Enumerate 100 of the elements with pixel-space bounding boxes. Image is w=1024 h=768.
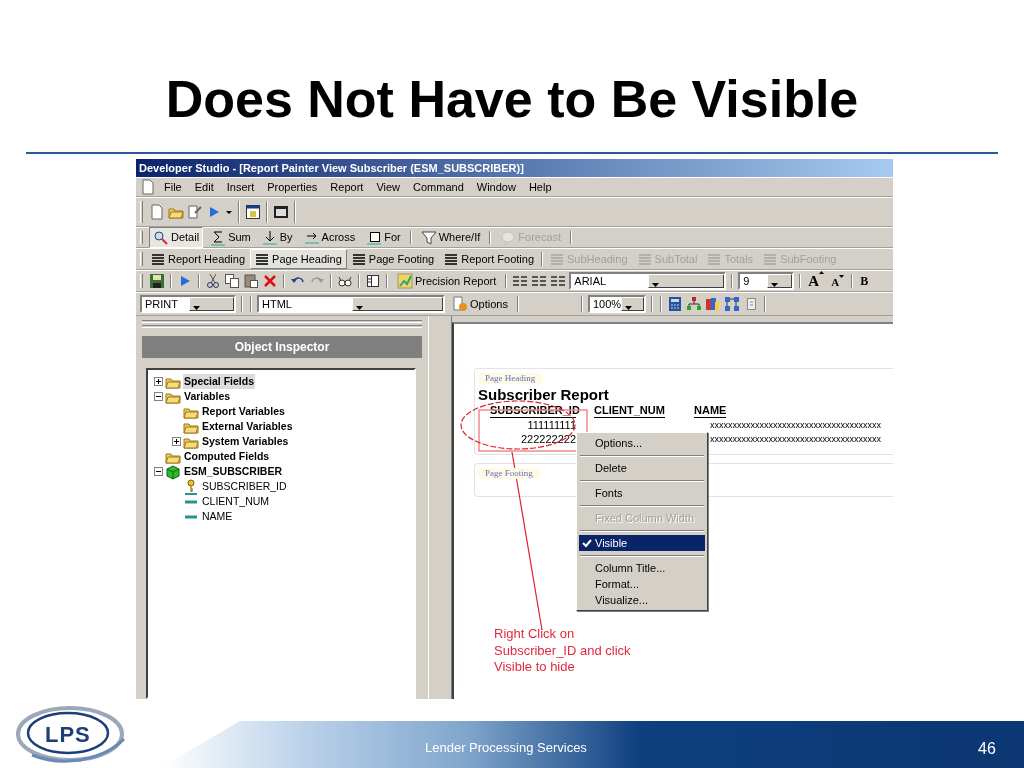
chart-icon: [397, 273, 413, 289]
cube-icon: [165, 463, 181, 480]
toolbar-button[interactable]: By: [257, 227, 297, 248]
frame-icon: [366, 229, 383, 246]
collapse-icon[interactable]: [154, 467, 163, 476]
field-icon: [185, 498, 197, 505]
tree-item[interactable]: Special Fields: [183, 373, 256, 390]
menu-item[interactable]: Command: [408, 178, 469, 196]
delete-icon[interactable]: [262, 273, 278, 289]
size-dropdown[interactable]: 9: [738, 272, 795, 290]
toolbar-button[interactable]: Detail: [149, 227, 204, 248]
menu-item[interactable]: Edit: [189, 178, 219, 196]
section-tab[interactable]: Report Heading: [146, 248, 251, 270]
menu-item[interactable]: Column Title...: [579, 560, 705, 576]
menu-item[interactable]: Delete: [579, 460, 705, 482]
toolbar-button[interactable]: Where/If: [416, 227, 485, 248]
save-icon[interactable]: [149, 273, 165, 289]
menu-item[interactable]: Format...: [579, 576, 705, 592]
menu-item[interactable]: View: [371, 178, 406, 196]
lines-icon: [444, 252, 459, 266]
grow-font-button[interactable]: A: [806, 269, 827, 293]
tree-item[interactable]: Report Variables: [201, 403, 286, 420]
toolbar-button[interactable]: Sum: [206, 227, 255, 248]
bold-button[interactable]: B: [858, 272, 871, 290]
edit-document-icon[interactable]: [187, 204, 203, 220]
toolbar-button[interactable]: For: [362, 227, 405, 248]
lines-icon: [763, 252, 778, 266]
shrink-font-button[interactable]: A: [829, 274, 847, 291]
tree-item[interactable]: External Variables: [201, 418, 294, 435]
expand-icon[interactable]: [172, 437, 181, 446]
expand-icon[interactable]: [154, 377, 163, 386]
table-cell-text: xxxxxxxxxxxxxxxxxxxxxxxxxxxxxxxxxxxxxx: [709, 432, 882, 446]
cut-icon[interactable]: [205, 273, 221, 289]
font-dropdown[interactable]: ARIAL: [569, 272, 727, 290]
columns-icon[interactable]: [512, 273, 529, 289]
toolbar-button[interactable]: Precision Report: [393, 270, 501, 292]
key-icon: [183, 478, 199, 495]
lines-icon: [351, 252, 366, 266]
tree-item[interactable]: System Variables: [201, 433, 290, 450]
menu-item[interactable]: Fonts: [579, 485, 705, 507]
zoom-dropdown[interactable]: 100%: [587, 295, 646, 313]
toolbar-button[interactable]: Across: [299, 227, 360, 248]
menu-item[interactable]: File: [159, 178, 187, 196]
menu-item[interactable]: Report: [325, 178, 369, 196]
tree-item[interactable]: NAME: [201, 508, 234, 525]
section-tab[interactable]: Page Footing: [346, 248, 440, 270]
section-label: Page Footing: [477, 467, 541, 479]
format-dropdown[interactable]: HTML: [257, 295, 445, 313]
menu-item[interactable]: Window: [471, 178, 521, 196]
section-tab[interactable]: Page Heading: [250, 248, 347, 270]
menu-item[interactable]: Visualize...: [579, 592, 705, 608]
column-header[interactable]: NAME: [694, 403, 727, 418]
sigma-icon: [210, 229, 227, 246]
copy-icon[interactable]: [224, 273, 240, 289]
down-arrow-icon: [261, 229, 278, 246]
output-dropdown[interactable]: PRINT: [140, 295, 236, 313]
footer-text: Lender Processing Services: [425, 739, 587, 757]
window-icon[interactable]: [245, 204, 261, 220]
options-icon: [452, 296, 468, 312]
section-tab[interactable]: Report Footing: [439, 248, 539, 270]
report-title: Subscriber Report: [478, 385, 610, 404]
books-icon[interactable]: [704, 296, 721, 312]
tree-item[interactable]: SUBSCRIBER_ID: [201, 478, 288, 495]
table-cell-text: 111111111: [526, 417, 576, 432]
speech-bubble-icon: [500, 229, 517, 246]
calculator-icon[interactable]: [666, 296, 683, 312]
lines-icon: [255, 252, 270, 266]
tree-item[interactable]: Computed Fields: [183, 448, 271, 465]
new-page-icon[interactable]: [149, 204, 165, 220]
menu-item[interactable]: Insert: [221, 178, 260, 196]
menu-item[interactable]: Help: [523, 178, 557, 196]
tree-item[interactable]: ESM_SUBSCRIBER: [183, 463, 284, 480]
tree-item[interactable]: Variables: [183, 388, 232, 405]
network-icon[interactable]: [723, 296, 740, 312]
slide-title: Does Not Have to Be Visible: [165, 69, 859, 130]
annotation-text: Right Click on Subscriber_ID and click Visible to hide: [494, 626, 631, 676]
panel-header: Object Inspector: [142, 336, 422, 358]
funnel-icon: [420, 229, 437, 246]
column-header[interactable]: CLIENT_NUM: [594, 403, 665, 418]
menu-item[interactable]: Properties: [262, 178, 323, 196]
paste-icon[interactable]: [243, 273, 259, 289]
layout-icon[interactable]: [365, 273, 381, 289]
lines-icon: [550, 252, 564, 266]
lines-icon: [707, 252, 722, 266]
lines-icon: [151, 252, 165, 266]
section-label: Page Heading: [477, 373, 544, 384]
field-icon: [185, 513, 197, 520]
menu-item[interactable]: Options...: [579, 435, 705, 457]
table-cell-text: xxxxxxxxxxxxxxxxxxxxxxxxxxxxxxxxxxxxxx: [709, 418, 882, 432]
collapse-icon[interactable]: [154, 392, 163, 401]
tree-item[interactable]: CLIENT_NUM: [201, 493, 271, 510]
org-chart-icon[interactable]: [685, 296, 702, 312]
columns-icon[interactable]: [550, 273, 567, 289]
splitter-bar[interactable]: [428, 316, 452, 699]
magnifier-icon: [153, 229, 169, 246]
down-triangle-icon: [839, 274, 845, 280]
options-button[interactable]: Options: [448, 293, 512, 315]
columns-icon[interactable]: [531, 273, 548, 289]
page-number: 46: [978, 739, 996, 759]
window-icon[interactable]: [273, 204, 289, 220]
